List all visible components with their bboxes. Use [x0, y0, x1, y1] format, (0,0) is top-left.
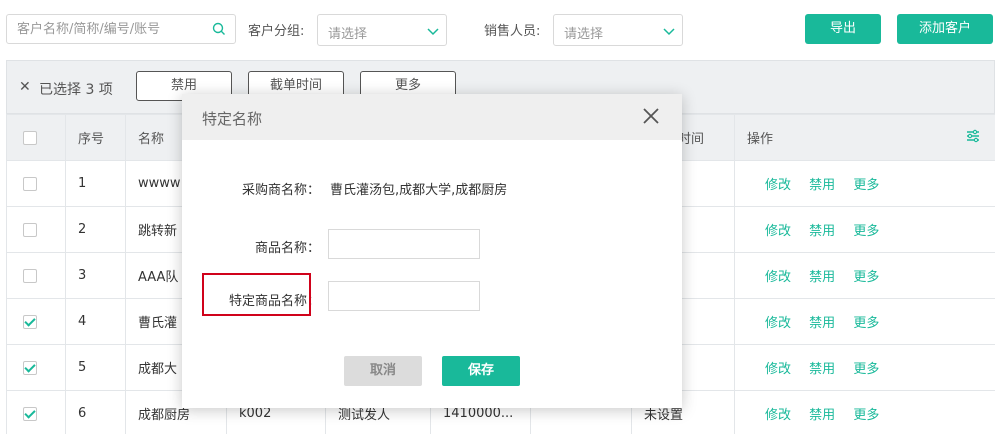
more-link[interactable]: 更多: [853, 178, 879, 193]
row-ops: 修改 禁用 更多: [734, 344, 995, 391]
edit-link[interactable]: 修改: [765, 316, 791, 331]
search-icon[interactable]: [211, 21, 227, 37]
more-link[interactable]: 更多: [853, 316, 879, 331]
row-ops: 修改 禁用 更多: [734, 298, 995, 345]
row-checkbox[interactable]: [23, 406, 37, 421]
dialog-title: 特定名称: [202, 110, 263, 128]
disable-link[interactable]: 禁用: [809, 178, 835, 193]
row-ops: 修改 禁用 更多: [734, 252, 995, 299]
edit-link[interactable]: 修改: [765, 270, 791, 285]
special-product-name-field[interactable]: [328, 281, 480, 311]
row-index: 2: [65, 206, 126, 253]
row-index: 1: [65, 160, 126, 207]
search-input[interactable]: [7, 15, 197, 43]
column-settings-icon[interactable]: [965, 128, 981, 144]
clear-selection-icon[interactable]: ✕: [19, 79, 31, 95]
edit-link[interactable]: 修改: [765, 408, 791, 423]
row-checkbox[interactable]: [23, 268, 37, 283]
row-ops: 修改 禁用 更多: [734, 390, 995, 434]
header-index: 序号: [65, 114, 126, 161]
sales-select[interactable]: 请选择: [553, 14, 683, 46]
disable-link[interactable]: 禁用: [809, 270, 835, 285]
group-select[interactable]: 请选择: [317, 14, 447, 46]
export-button[interactable]: 导出: [805, 14, 881, 44]
disable-link[interactable]: 禁用: [809, 224, 835, 239]
row-checkbox[interactable]: [23, 176, 37, 191]
more-link[interactable]: 更多: [853, 362, 879, 377]
chevron-down-icon: [663, 28, 675, 36]
product-name-field[interactable]: [328, 229, 480, 259]
more-link[interactable]: 更多: [853, 270, 879, 285]
special-name-dialog: 特定名称 采购商名称： 曹氏灌汤包,成都大学,成都厨房 商品名称： 特定商品名称…: [182, 94, 682, 408]
product-name-label: 商品名称：: [254, 241, 320, 256]
disable-link[interactable]: 禁用: [809, 316, 835, 331]
buyer-name-value: 曹氏灌汤包,成都大学,成都厨房: [330, 183, 508, 198]
row-ops: 修改 禁用 更多: [734, 160, 995, 207]
row-index: 6: [65, 390, 126, 434]
header-ops-label: 操作: [747, 132, 774, 147]
row-index: 4: [65, 298, 126, 345]
sales-select-placeholder: 请选择: [564, 27, 604, 42]
highlight-box: [202, 273, 311, 316]
select-all-checkbox[interactable]: [23, 130, 37, 145]
dialog-header: 特定名称: [182, 94, 682, 140]
edit-link[interactable]: 修改: [765, 224, 791, 239]
edit-link[interactable]: 修改: [765, 178, 791, 193]
disable-link[interactable]: 禁用: [809, 408, 835, 423]
disable-link[interactable]: 禁用: [809, 362, 835, 377]
row-ops: 修改 禁用 更多: [734, 206, 995, 253]
row-index: 5: [65, 344, 126, 391]
more-link[interactable]: 更多: [853, 408, 879, 423]
search-box[interactable]: [6, 14, 236, 44]
save-button[interactable]: 保存: [442, 356, 520, 386]
close-icon[interactable]: [642, 107, 660, 125]
more-link[interactable]: 更多: [853, 224, 879, 239]
row-checkbox[interactable]: [23, 314, 37, 329]
group-select-placeholder: 请选择: [328, 27, 368, 42]
header-ops: 操作: [734, 114, 995, 161]
add-customer-button[interactable]: 添加客户: [897, 14, 993, 44]
cancel-button[interactable]: 取消: [344, 356, 422, 386]
row-index: 3: [65, 252, 126, 299]
buyer-name-label: 采购商名称：: [241, 183, 320, 198]
edit-link[interactable]: 修改: [765, 362, 791, 377]
row-checkbox[interactable]: [23, 360, 37, 375]
sales-label: 销售人员:: [484, 24, 541, 39]
header-select-all[interactable]: [6, 114, 66, 161]
chevron-down-icon: [427, 28, 439, 36]
selected-count: 已选择 3 项: [39, 82, 113, 98]
group-label: 客户分组:: [248, 24, 305, 39]
row-checkbox[interactable]: [23, 222, 37, 237]
customer-list-page: 客户分组: 请选择 销售人员: 请选择 导出 添加客户 ✕ 已选择 3 项 禁用…: [0, 0, 995, 434]
